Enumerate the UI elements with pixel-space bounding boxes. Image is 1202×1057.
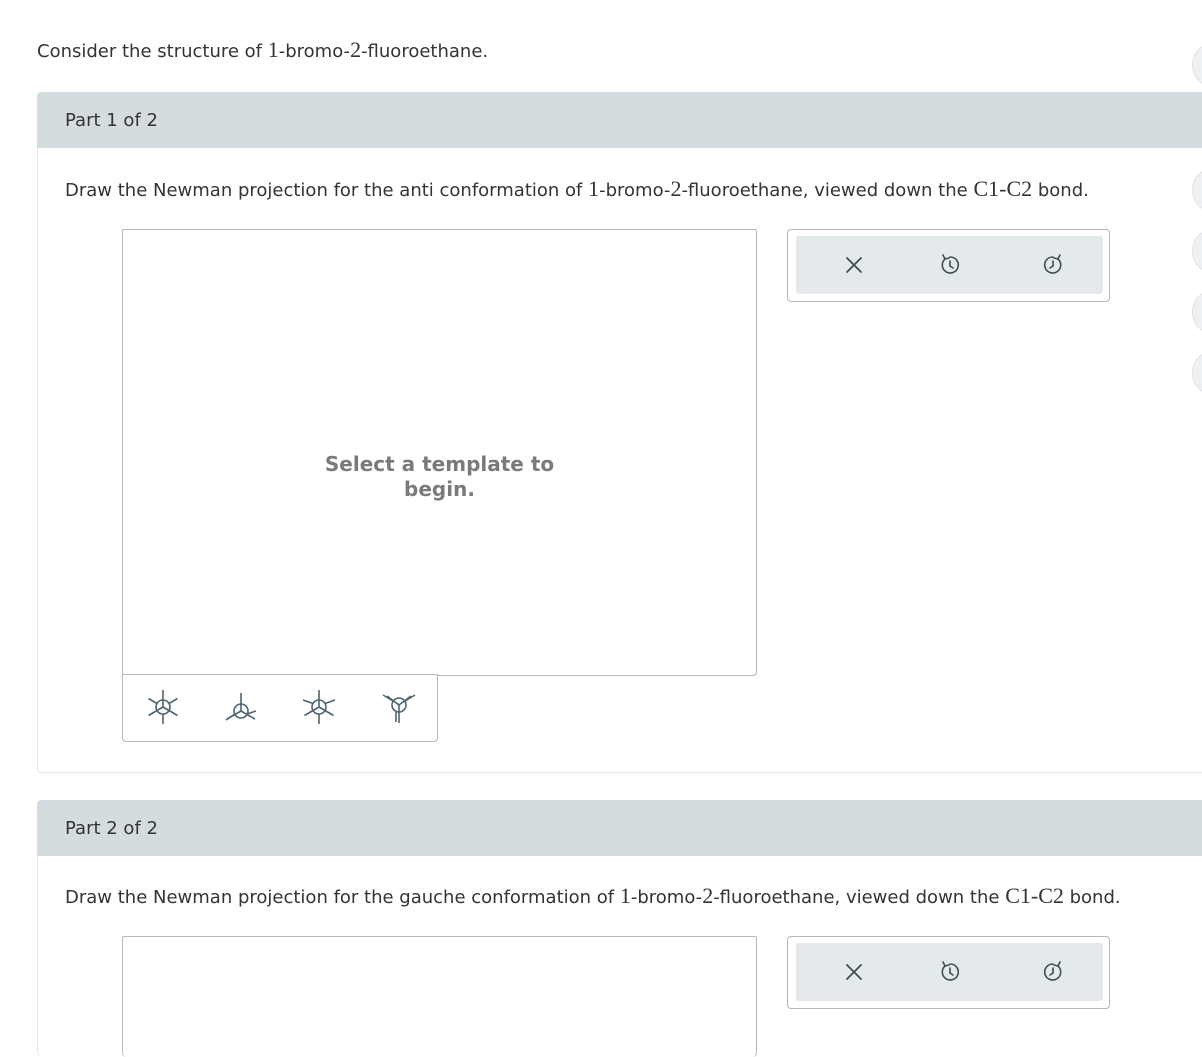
clear-button[interactable] xyxy=(839,250,869,280)
newman-eclipsed-alt-icon xyxy=(382,694,416,723)
redo-icon xyxy=(1043,254,1062,274)
part1-prompt: Draw the Newman projection for the anti … xyxy=(65,176,1089,201)
redo-button[interactable] xyxy=(1038,957,1068,987)
part1-toolbar xyxy=(787,229,1110,302)
part1-header: Part 1 of 2 xyxy=(37,92,1202,148)
redo-icon xyxy=(1043,961,1062,981)
part2-header: Part 2 of 2 xyxy=(37,800,1202,856)
undo-icon xyxy=(941,254,960,274)
newman-eclipsed-icon xyxy=(302,690,336,724)
canvas-placeholder: Select a template to begin. xyxy=(324,452,555,501)
template-newman-eclipsed[interactable] xyxy=(299,687,339,727)
toolbar-buttons xyxy=(796,236,1103,294)
part1-title: Part 1 of 2 xyxy=(65,110,158,131)
close-icon xyxy=(846,257,862,273)
clear-button[interactable] xyxy=(839,957,869,987)
part2-title: Part 2 of 2 xyxy=(65,818,158,839)
toolbar-buttons xyxy=(796,943,1103,1001)
template-palette xyxy=(122,674,438,742)
part1-drawing-canvas[interactable]: Select a template to begin. xyxy=(122,229,757,676)
undo-icon xyxy=(941,961,960,981)
part2-drawing-canvas[interactable] xyxy=(122,936,757,1057)
template-newman-staggered-alt[interactable] xyxy=(221,687,261,727)
newman-staggered-icon xyxy=(148,690,178,724)
side-action-button[interactable] xyxy=(1192,45,1202,85)
question-intro: Consider the structure of 1-bromo-2-fluo… xyxy=(37,37,489,62)
template-newman-eclipsed-alt[interactable] xyxy=(379,687,419,727)
part2-prompt: Draw the Newman projection for the gauch… xyxy=(65,883,1121,908)
undo-button[interactable] xyxy=(935,957,965,987)
close-icon xyxy=(846,964,862,980)
template-newman-staggered[interactable] xyxy=(143,687,183,727)
newman-staggered-alt-icon xyxy=(225,693,257,721)
undo-button[interactable] xyxy=(935,250,965,280)
part2-toolbar xyxy=(787,936,1110,1009)
redo-button[interactable] xyxy=(1038,250,1068,280)
